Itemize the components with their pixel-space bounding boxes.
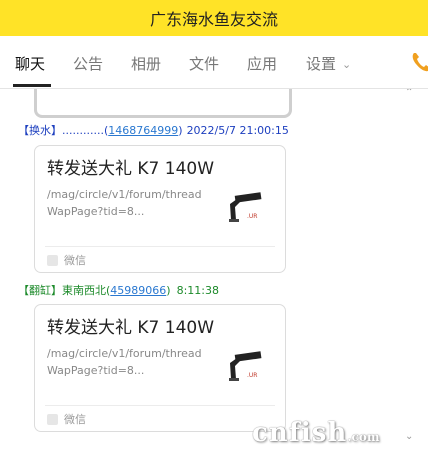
tab-apps[interactable]: 应用 — [247, 53, 277, 74]
tab-settings-label: 设置 — [306, 55, 337, 73]
sender-name: ............ — [62, 124, 104, 137]
card-source: 微信 — [64, 254, 86, 267]
shared-link-card[interactable]: 转发送大礼 K7 140W /mag/circle/v1/forum/threa… — [34, 304, 286, 432]
card-divider — [45, 405, 275, 406]
chat-area[interactable]: ⌃ 微信 【换水】............(1468764999)2022/5/… — [0, 89, 428, 455]
message-time: 8:11:38 — [176, 284, 219, 297]
message-time: 2022/5/7 21:00:15 — [186, 124, 289, 137]
tab-bar: 聊天 公告 相册 文件 应用 设置 ⌄ — [0, 36, 428, 89]
site-watermark: cnfish.com — [252, 418, 380, 448]
phone-icon[interactable] — [410, 50, 428, 74]
member-tag: 【翻缸】 — [18, 284, 62, 297]
tab-settings[interactable]: 设置 ⌄ — [306, 53, 351, 74]
watermark-main: cnfish — [252, 418, 348, 448]
wechat-source-icon — [47, 413, 58, 425]
chevron-down-icon: ⌄ — [342, 58, 352, 71]
active-tab-indicator — [13, 84, 51, 87]
svg-text:.UR: .UR — [247, 372, 257, 379]
previous-message-card[interactable]: 微信 — [34, 89, 292, 118]
tab-album[interactable]: 相册 — [131, 53, 161, 74]
wechat-source-icon — [47, 254, 58, 266]
scroll-down-icon[interactable]: ⌄ — [405, 431, 413, 442]
tab-announcements[interactable]: 公告 — [73, 53, 103, 74]
sender-name: 東南西北 — [62, 284, 106, 297]
scroll-up-icon[interactable]: ⌃ — [405, 89, 413, 98]
svg-text:.UR: .UR — [247, 213, 257, 220]
tab-files[interactable]: 文件 — [189, 53, 219, 74]
card-footer: 微信 — [47, 411, 86, 427]
card-thumbnail: .UR — [225, 190, 271, 224]
card-thumbnail: .UR — [225, 349, 271, 383]
window-title-bar: 广东海水鱼友交流 — [0, 0, 428, 36]
member-tag: 【换水】 — [18, 124, 62, 137]
shared-link-card[interactable]: 转发送大礼 K7 140W /mag/circle/v1/forum/threa… — [34, 145, 286, 273]
card-footer: 微信 — [47, 252, 86, 268]
message-sender-line: 【翻缸】東南西北(45989066) 8:11:38 — [18, 284, 219, 297]
card-title: 转发送大礼 K7 140W — [47, 318, 215, 338]
tab-chat[interactable]: 聊天 — [15, 53, 45, 74]
window-title: 广东海水鱼友交流 — [149, 10, 278, 29]
card-footer: 微信 — [49, 89, 88, 90]
sender-id-link[interactable]: 45989066 — [110, 284, 166, 297]
card-description: /mag/circle/v1/forum/threadWapPage?tid=8… — [47, 188, 202, 218]
card-description: /mag/circle/v1/forum/threadWapPage?tid=8… — [47, 347, 202, 377]
card-source: 微信 — [66, 89, 88, 90]
card-source: 微信 — [64, 413, 86, 426]
watermark-suffix: .com — [347, 430, 380, 444]
card-title: 转发送大礼 K7 140W — [47, 159, 215, 179]
message-sender-line: 【换水】............(1468764999) 2022/5/7 21:… — [18, 124, 289, 137]
card-divider — [45, 246, 275, 247]
sender-id-link[interactable]: 1468764999 — [108, 124, 178, 137]
